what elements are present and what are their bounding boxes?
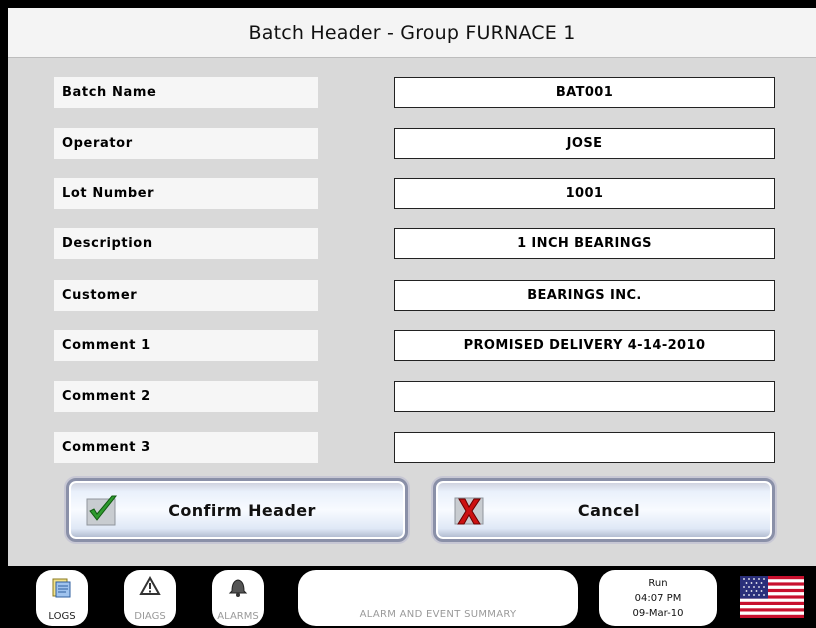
batch-header-panel: Batch Header - Group FURNACE 1 Batch Nam… [8,8,816,566]
bell-icon [227,576,249,602]
comment-2-field[interactable] [394,381,775,412]
logs-label: LOGS [48,611,76,622]
status-panel: Run 04:07 PM 09-Mar-10 [599,570,717,626]
confirm-header-label: Confirm Header [168,500,316,520]
comment-2-label: Comment 2 [54,381,318,412]
operator-label: Operator [54,128,318,159]
diagnostics-icon [139,575,161,602]
comment-1-field[interactable]: PROMISED DELIVERY 4-14-2010 [394,330,775,361]
diags-label: DIAGS [134,611,166,622]
logs-button[interactable]: LOGS [36,570,88,626]
comment-3-field[interactable] [394,432,775,463]
logs-icon [50,576,74,604]
diags-button[interactable]: DIAGS [124,570,176,626]
footer-bar: LOGS DIAGS ALARMS ALARM AND EVENT SUMMAR… [0,566,816,628]
alarms-button[interactable]: ALARMS [212,570,264,626]
description-field[interactable]: 1 INCH BEARINGS [394,228,775,259]
comment-3-label: Comment 3 [54,432,318,463]
customer-label: Customer [54,280,318,311]
alarm-event-summary[interactable]: ALARM AND EVENT SUMMARY [298,570,578,626]
lot-number-field[interactable]: 1001 [394,178,775,209]
cancel-button[interactable]: Cancel [433,478,775,542]
page-title: Batch Header - Group FURNACE 1 [8,8,816,58]
status-date: 09-Mar-10 [632,607,684,619]
hmi-frame: Batch Header - Group FURNACE 1 Batch Nam… [0,0,816,628]
green-checkmark-icon [85,493,119,527]
alarms-label: ALARMS [217,611,259,622]
customer-field[interactable]: BEARINGS INC. [394,280,775,311]
operator-field[interactable]: JOSE [394,128,775,159]
batch-name-field[interactable]: BAT001 [394,77,775,108]
batch-name-label: Batch Name [54,77,318,108]
status-time: 04:07 PM [634,592,682,604]
us-flag-icon[interactable] [740,576,804,618]
comment-1-label: Comment 1 [54,330,318,361]
confirm-header-button[interactable]: Confirm Header [66,478,408,542]
run-status: Run [648,577,668,589]
red-x-icon [452,493,486,527]
lot-number-label: Lot Number [54,178,318,209]
description-label: Description [54,228,318,259]
alarm-event-summary-label: ALARM AND EVENT SUMMARY [359,609,517,620]
cancel-label: Cancel [577,500,641,520]
